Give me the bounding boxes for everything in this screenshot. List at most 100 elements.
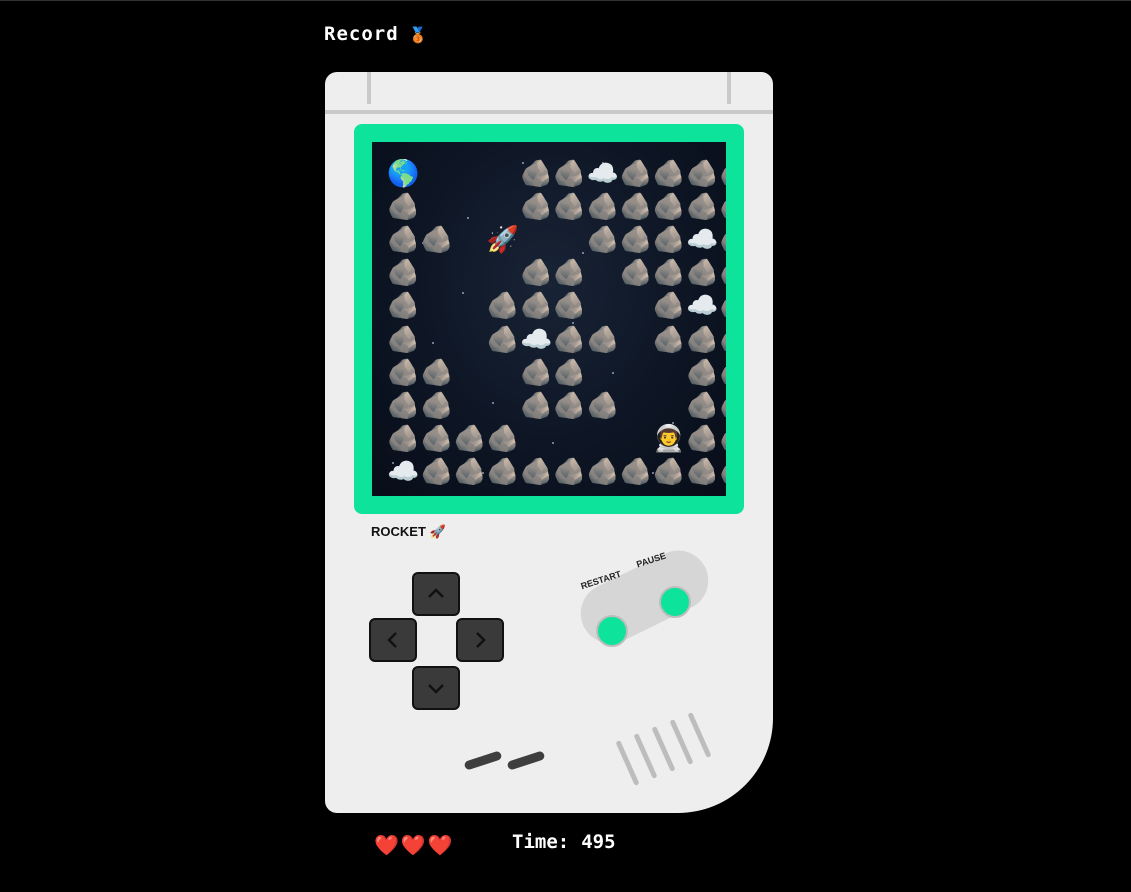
rock-tile: 🪨 xyxy=(520,291,553,322)
rock-tile: 🪨 xyxy=(553,390,586,421)
rock-tile: 🪨 xyxy=(719,356,726,389)
star xyxy=(582,252,584,254)
rock-tile: 🪨 xyxy=(586,191,619,222)
restart-button[interactable] xyxy=(596,615,628,647)
select-button[interactable] xyxy=(463,750,503,771)
pause-button[interactable] xyxy=(659,586,691,618)
time-label: Time: xyxy=(512,831,570,853)
time-value: 495 xyxy=(581,831,616,853)
record-text: Record xyxy=(324,23,399,45)
rock-tile: 🪨 xyxy=(719,157,726,190)
star xyxy=(462,292,464,294)
earth-tile: 🌎 xyxy=(387,158,420,189)
rock-tile: 🪨 xyxy=(719,423,726,456)
rock-tile: 🪨 xyxy=(686,457,719,488)
rock-tile: 🪨 xyxy=(553,324,586,355)
rock-tile: 🪨 xyxy=(553,258,586,289)
speaker-grill-slot xyxy=(615,740,640,786)
heart-icon: ❤️ xyxy=(400,833,428,857)
rock-tile: 🪨 xyxy=(686,324,719,355)
star xyxy=(467,217,469,219)
star xyxy=(552,442,554,444)
game-board[interactable]: 🌎🪨🪨☁️🪨🪨🪨🪨🪨🪨🪨🪨🪨🪨🪨🪨🪨🪨🚀🪨🪨🪨☁️🪨🪨🪨🪨🪨🪨🪨🪨🪨🪨🪨🪨🪨☁️… xyxy=(372,142,726,496)
star xyxy=(612,372,614,374)
rock-tile: 🪨 xyxy=(586,457,619,488)
console-notch-right xyxy=(727,72,731,104)
rock-tile: 🪨 xyxy=(586,224,619,255)
rock-tile: 🪨 xyxy=(553,158,586,189)
cloud-tile: ☁️ xyxy=(686,291,719,322)
rock-tile: 🪨 xyxy=(486,324,520,355)
rock-tile: 🪨 xyxy=(420,390,453,421)
rock-tile: 🪨 xyxy=(387,258,420,289)
rock-tile: 🪨 xyxy=(619,457,653,488)
rock-tile: 🪨 xyxy=(719,290,726,323)
rock-tile: 🪨 xyxy=(686,390,719,421)
rock-tile: 🪨 xyxy=(453,457,487,488)
rock-tile: 🪨 xyxy=(520,191,553,222)
dpad-down-button[interactable] xyxy=(412,666,460,710)
rock-tile: 🪨 xyxy=(420,224,453,255)
dpad-up-button[interactable] xyxy=(412,572,460,616)
rock-tile: 🪨 xyxy=(453,424,487,455)
console-notch-left xyxy=(367,72,371,104)
rock-tile: 🪨 xyxy=(553,357,586,388)
rock-tile: 🪨 xyxy=(586,324,619,355)
astronaut-sprite: 👨‍🚀 xyxy=(652,424,686,455)
rock-tile: 🪨 xyxy=(486,424,520,455)
console-brand: ROCKET 🚀 xyxy=(371,524,446,540)
heart-icon: ❤️ xyxy=(427,833,455,857)
rock-tile: 🪨 xyxy=(520,390,553,421)
start-button[interactable] xyxy=(506,750,546,771)
rock-tile: 🪨 xyxy=(420,424,453,455)
rock-tile: 🪨 xyxy=(652,224,686,255)
rock-tile: 🪨 xyxy=(387,357,420,388)
rock-tile: 🪨 xyxy=(520,457,553,488)
rocket-sprite: 🚀 xyxy=(486,224,520,255)
cloud-tile: ☁️ xyxy=(686,224,719,255)
rock-tile: 🪨 xyxy=(719,190,726,223)
rock-tile: 🪨 xyxy=(520,357,553,388)
rock-tile: 🪨 xyxy=(652,457,686,488)
dpad-left-button[interactable] xyxy=(369,618,417,662)
cloud-tile: ☁️ xyxy=(520,324,553,355)
rock-tile: 🪨 xyxy=(520,158,553,189)
rock-tile: 🪨 xyxy=(387,224,420,255)
rock-tile: 🪨 xyxy=(586,390,619,421)
rock-tile: 🪨 xyxy=(686,424,719,455)
dpad-right-button[interactable] xyxy=(456,618,504,662)
game-console: 🌎🪨🪨☁️🪨🪨🪨🪨🪨🪨🪨🪨🪨🪨🪨🪨🪨🪨🚀🪨🪨🪨☁️🪨🪨🪨🪨🪨🪨🪨🪨🪨🪨🪨🪨🪨☁️… xyxy=(325,72,773,813)
chevron-left-icon xyxy=(387,632,397,648)
rock-tile: 🪨 xyxy=(686,191,719,222)
rock-tile: 🪨 xyxy=(719,223,726,256)
rock-tile: 🪨 xyxy=(652,191,686,222)
medal-icon: 🥉 xyxy=(408,26,429,44)
cloud-tile: ☁️ xyxy=(586,158,619,189)
lives-display: ❤️❤️❤️ xyxy=(374,833,455,857)
speaker-grill-slot xyxy=(669,719,694,765)
speaker-grill-slot xyxy=(651,726,676,772)
console-divider xyxy=(325,110,773,114)
rocket-icon: 🚀 xyxy=(429,524,446,539)
rock-tile: 🪨 xyxy=(686,158,719,189)
rock-tile: 🪨 xyxy=(420,457,453,488)
rock-tile: 🪨 xyxy=(553,457,586,488)
rock-tile: 🪨 xyxy=(619,258,653,289)
rock-tile: 🪨 xyxy=(686,258,719,289)
heart-icon: ❤️ xyxy=(374,833,401,857)
chevron-up-icon xyxy=(428,588,444,598)
timer: Time: 495 xyxy=(512,831,616,853)
rock-tile: 🪨 xyxy=(387,324,420,355)
rock-tile: 🪨 xyxy=(686,357,719,388)
rock-tile: 🪨 xyxy=(520,258,553,289)
rock-tile: 🪨 xyxy=(387,390,420,421)
speaker-grill-slot xyxy=(633,733,658,779)
rock-tile: 🪨 xyxy=(619,158,653,189)
rock-tile: 🪨 xyxy=(486,457,520,488)
rock-tile: 🪨 xyxy=(420,357,453,388)
rock-tile: 🪨 xyxy=(719,389,726,422)
record-label: Record 🥉 xyxy=(324,23,428,45)
rock-tile: 🪨 xyxy=(387,424,420,455)
rock-tile: 🪨 xyxy=(652,324,686,355)
screen-frame: 🌎🪨🪨☁️🪨🪨🪨🪨🪨🪨🪨🪨🪨🪨🪨🪨🪨🪨🚀🪨🪨🪨☁️🪨🪨🪨🪨🪨🪨🪨🪨🪨🪨🪨🪨🪨☁️… xyxy=(354,124,744,514)
